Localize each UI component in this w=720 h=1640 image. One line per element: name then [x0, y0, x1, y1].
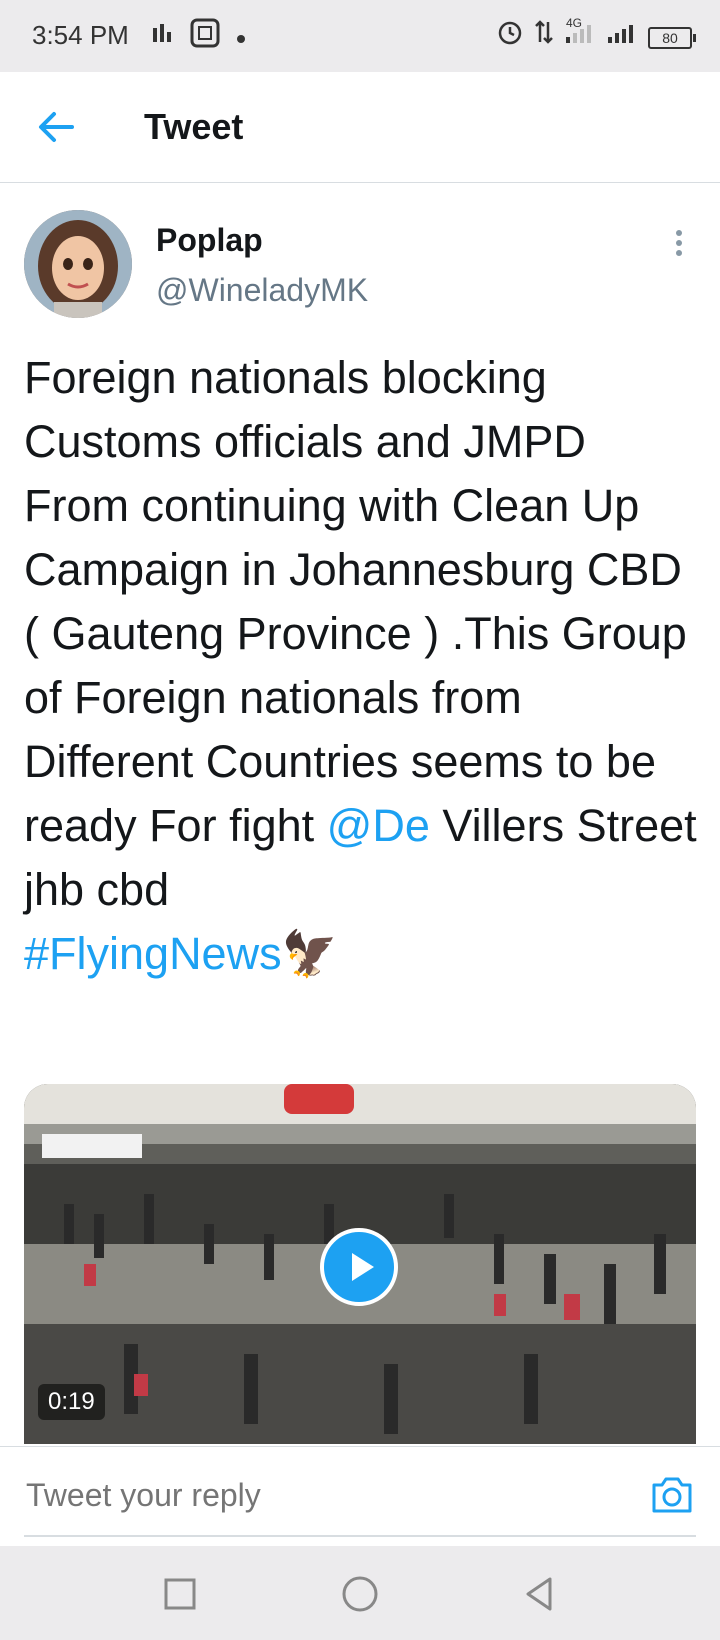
camera-icon	[652, 1477, 692, 1513]
header-bar: Tweet	[0, 72, 720, 183]
signal-icon-2	[606, 19, 638, 56]
arrow-left-icon	[39, 112, 74, 142]
more-options-button[interactable]	[664, 228, 694, 258]
triangle-back-icon	[526, 1577, 552, 1611]
signal-icon: 4G	[564, 16, 596, 56]
tweet-body: Foreign nationals blocking Customs offic…	[24, 352, 687, 851]
dot-icon	[234, 21, 248, 57]
more-vertical-icon	[676, 230, 682, 256]
back-nav-button[interactable]	[516, 1570, 564, 1618]
hashtag-link[interactable]: #FlyingNews	[24, 928, 282, 979]
page-title: Tweet	[144, 106, 244, 147]
sim-icon	[190, 18, 220, 59]
system-nav-bar	[0, 1546, 720, 1640]
avatar[interactable]	[24, 210, 132, 318]
eagle-emoji: 🦅	[281, 928, 338, 979]
status-right-icons: 4G 80	[496, 16, 696, 57]
home-button[interactable]	[336, 1570, 384, 1618]
square-icon	[164, 1578, 196, 1610]
status-left-icons	[150, 18, 248, 59]
reply-underline	[24, 1535, 696, 1537]
mention-link[interactable]: @De	[327, 800, 430, 851]
video-duration: 0:19	[38, 1384, 105, 1420]
user-handle[interactable]: @WineladyMK	[156, 272, 368, 309]
circle-icon	[342, 1576, 378, 1612]
recents-button[interactable]	[156, 1570, 204, 1618]
reply-input[interactable]	[24, 1469, 588, 1521]
data-arrows-icon	[534, 18, 554, 57]
reply-bar	[0, 1446, 720, 1547]
avatar-image	[24, 210, 132, 318]
camera-button[interactable]	[648, 1473, 696, 1517]
status-time: 3:54 PM	[32, 20, 129, 50]
alarm-icon	[496, 18, 524, 57]
tweet-text: Foreign nationals blocking Customs offic…	[24, 346, 700, 986]
play-icon	[352, 1253, 374, 1281]
battery-icon: 80	[648, 26, 696, 49]
status-bar: 3:54 PM 4G 80	[0, 0, 720, 72]
display-name[interactable]: Poplap	[156, 222, 263, 259]
back-button[interactable]	[32, 102, 82, 152]
video-thumbnail[interactable]: 0:19	[24, 1084, 696, 1444]
data-transfer-icon	[150, 20, 176, 57]
network-label: 4G	[566, 16, 583, 30]
play-button[interactable]	[320, 1228, 398, 1306]
